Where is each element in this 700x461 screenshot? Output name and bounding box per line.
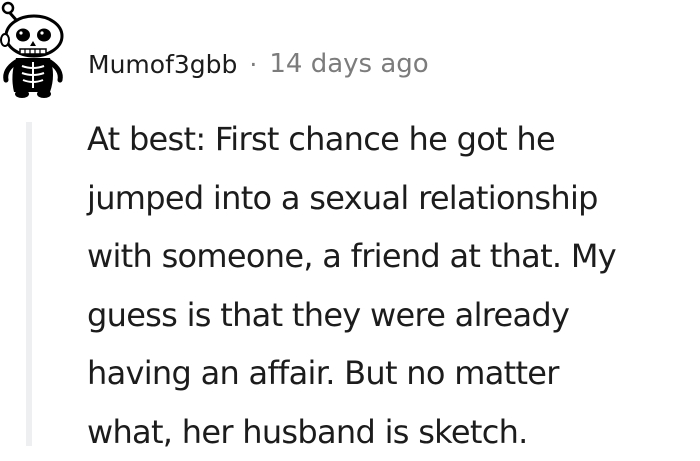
meta-separator: · [249,50,257,79]
comment-body: At best: First chance he got he jumped i… [87,110,697,461]
comment-line: guess is that they were already [87,286,697,345]
comment-line: having an affair. But no matter [87,344,697,403]
snoo-avatar-icon [0,0,66,100]
comment-line: At best: First chance he got he [87,110,697,169]
comment-timestamp[interactable]: 14 days ago [269,49,428,79]
avatar[interactable] [0,0,66,100]
thread-line[interactable] [26,122,32,446]
username-link[interactable]: Mumof3gbb [88,50,237,79]
comment-header: Mumof3gbb · 14 days ago [88,43,429,85]
comment-line: with someone, a friend at that. My [87,227,697,286]
comment-line: jumped into a sexual relationship [87,169,697,228]
comment-line: what, her husband is sketch. [87,403,697,461]
